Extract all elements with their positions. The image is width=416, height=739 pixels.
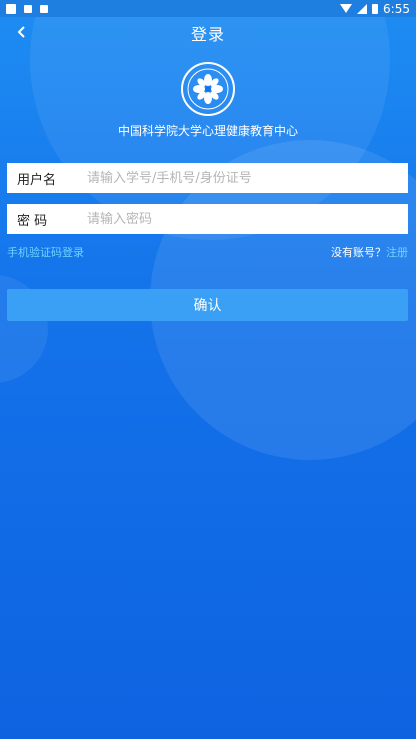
no-account-text: 没有账号？ (331, 246, 386, 259)
login-screen: 6:55 登录 中国科学院大学心理健康教育中心 用户名 请输入学号/手机号/身份… (0, 0, 416, 739)
password-input[interactable] (87, 205, 408, 233)
signal-icon (357, 3, 368, 14)
notification-icon (6, 3, 16, 14)
username-field[interactable]: 用户名 (7, 163, 408, 193)
navigation-bar: 登录 (0, 17, 416, 48)
register-link[interactable]: 注册 (386, 246, 408, 259)
back-chevron-icon (17, 26, 25, 38)
notification-icon (40, 4, 48, 13)
organization-logo (181, 62, 235, 116)
flower-emblem-icon (187, 68, 229, 110)
password-field[interactable]: 密 码 (7, 204, 408, 234)
battery-icon (372, 3, 379, 14)
register-prompt: 没有账号？注册 (331, 244, 408, 260)
auth-links: 手机验证码登录 没有账号？注册 (7, 244, 408, 260)
organization-name: 中国科学院大学心理健康教育中心 (117, 124, 298, 138)
back-button[interactable] (12, 21, 32, 43)
wifi-icon (340, 4, 353, 13)
page-title: 登录 (190, 24, 225, 44)
password-label: 密 码 (17, 213, 48, 229)
username-label: 用户名 (17, 172, 57, 188)
notification-icon (24, 4, 32, 13)
username-input[interactable] (87, 164, 408, 192)
status-bar: 6:55 (0, 0, 416, 17)
sms-login-link[interactable]: 手机验证码登录 (7, 244, 84, 260)
status-time: 6:55 (383, 1, 410, 16)
confirm-button[interactable]: 确认 (7, 289, 408, 321)
